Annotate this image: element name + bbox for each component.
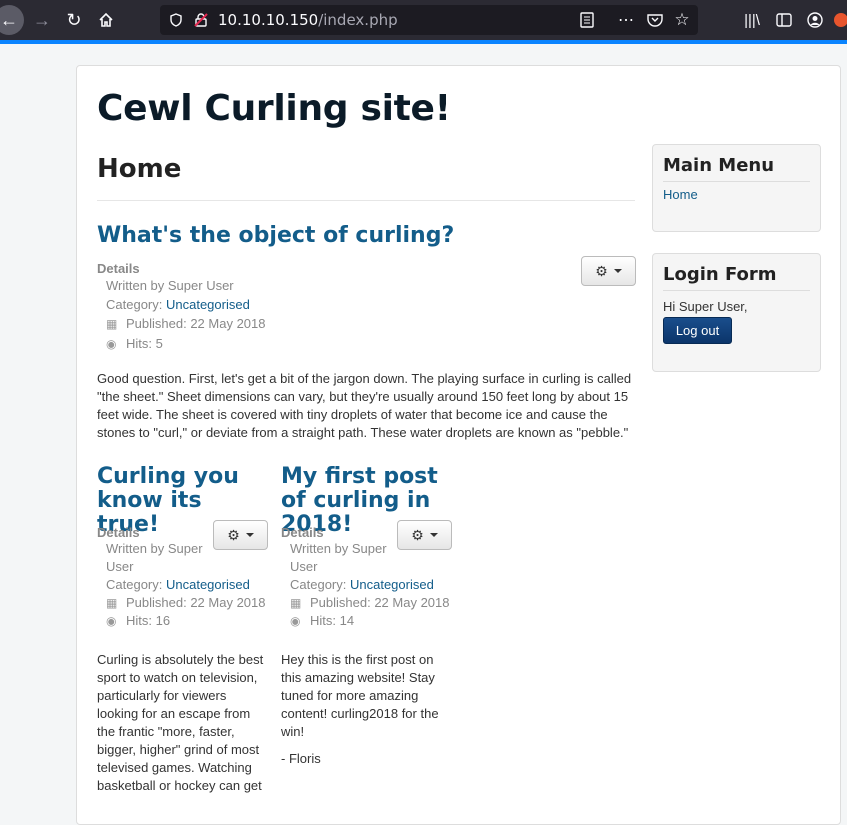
menu-item-home[interactable]: Home [663, 187, 698, 202]
site-title[interactable]: Cewl Curling site! [97, 88, 451, 129]
published-date: Published: 22 May 2018 [126, 595, 266, 610]
url-bar[interactable]: 10.10.10.150/index.php ⋯ ☆ [160, 5, 698, 35]
extension-button[interactable] [834, 8, 847, 32]
account-icon [807, 12, 823, 28]
login-greeting: Hi Super User, [663, 299, 748, 314]
main-menu-title: Main Menu [663, 155, 775, 176]
category-prefix: Category: [106, 577, 166, 592]
hits-line: ◉ Hits: 5 [106, 334, 406, 354]
heading-divider [97, 200, 635, 201]
article-title[interactable]: What's the object of curling? [97, 224, 617, 248]
reader-icon[interactable] [578, 10, 596, 30]
category-link[interactable]: Uncategorised [166, 297, 250, 312]
sidebar-icon [776, 13, 792, 27]
published-line: ▦ Published: 22 May 2018 [106, 314, 406, 334]
article-body: Hey this is the first post on this amazi… [281, 652, 439, 739]
details-label: Details [281, 525, 324, 540]
logout-button[interactable]: Log out [663, 317, 732, 344]
bookmark-star-icon[interactable]: ☆ [672, 10, 692, 30]
calendar-icon: ▦ [290, 596, 302, 610]
author-line: Written by Super User [106, 541, 203, 574]
more-icon[interactable]: ⋯ [616, 10, 636, 30]
published-line: ▦ Published: 22 May 2018 [290, 594, 460, 612]
author-line: Written by Super User [290, 541, 387, 574]
hits-line: ◉ Hits: 16 [106, 612, 276, 630]
home-icon [99, 12, 113, 27]
back-arrow-icon: ← [0, 9, 18, 30]
eye-icon: ◉ [106, 337, 117, 351]
caret-down-icon [245, 533, 254, 537]
url-path: /index.php [318, 11, 398, 29]
library-button[interactable]: |||\ [742, 8, 762, 32]
reload-icon: ↻ [66, 9, 82, 30]
main-menu-module: Main Menu Home [652, 144, 821, 232]
article-body: Curling is absolutely the best sport to … [97, 652, 264, 793]
toolbar-accent-line [0, 40, 847, 44]
gear-icon: ⚙ [595, 262, 608, 279]
article-body: Good question. First, let's get a bit of… [97, 371, 632, 440]
eye-icon: ◉ [106, 614, 117, 628]
forward-button[interactable]: → [32, 8, 52, 32]
hits-count: Hits: 5 [126, 336, 163, 351]
back-button[interactable]: ← [0, 5, 24, 35]
published-date: Published: 22 May 2018 [126, 316, 266, 331]
category-line: Category: Uncategorised [106, 576, 276, 594]
page-heading: Home [97, 154, 182, 184]
browser-toolbar: ← → ↻ 10.10.10.150/index.php ⋯ ☆ |||\ [0, 0, 847, 40]
module-divider [663, 290, 810, 291]
details-label: Details [97, 525, 140, 540]
module-divider [663, 181, 810, 182]
author-line: Written by Super User [106, 278, 234, 293]
calendar-icon: ▦ [106, 317, 118, 331]
article-info: Written by Super User Category: Uncatego… [290, 540, 460, 630]
login-form-title: Login Form [663, 264, 777, 285]
login-form-module: Login Form Hi Super User, Log out [652, 253, 821, 372]
hits-count: Hits: 14 [310, 613, 355, 628]
category-prefix: Category: [106, 297, 166, 312]
library-icon: |||\ [744, 11, 760, 29]
hits-line: ◉ Hits: 14 [290, 612, 460, 630]
url-host: 10.10.10.150 [218, 11, 319, 29]
caret-down-icon [613, 269, 622, 273]
reload-button[interactable]: ↻ [64, 8, 84, 32]
insecure-lock-icon[interactable] [192, 10, 210, 30]
pocket-icon[interactable] [646, 10, 664, 30]
url-text[interactable]: 10.10.10.150/index.php [218, 11, 398, 29]
article-tools-button[interactable]: ⚙ [581, 256, 636, 286]
page-container: Cewl Curling site! Home What's the objec… [76, 65, 841, 825]
article-info: Written by Super User Category: Uncatego… [106, 276, 406, 354]
category-link[interactable]: Uncategorised [166, 577, 250, 592]
category-link[interactable]: Uncategorised [350, 577, 434, 592]
published-date: Published: 22 May 2018 [310, 595, 450, 610]
category-line: Category: Uncategorised [290, 576, 460, 594]
hits-count: Hits: 16 [126, 613, 171, 628]
category-line: Category: Uncategorised [106, 295, 406, 314]
home-button[interactable] [96, 8, 116, 32]
forward-arrow-icon: → [33, 9, 51, 30]
calendar-icon: ▦ [106, 596, 118, 610]
extension-icon [834, 13, 847, 27]
shield-icon[interactable] [168, 10, 184, 30]
sidebar-button[interactable] [774, 8, 794, 32]
account-button[interactable] [805, 8, 825, 32]
category-prefix: Category: [290, 577, 350, 592]
published-line: ▦ Published: 22 May 2018 [106, 594, 276, 612]
details-label: Details [97, 261, 140, 276]
article-info: Written by Super User Category: Uncatego… [106, 540, 276, 630]
caret-down-icon [429, 533, 438, 537]
eye-icon: ◉ [290, 614, 301, 628]
article-signature: - Floris [281, 751, 321, 766]
